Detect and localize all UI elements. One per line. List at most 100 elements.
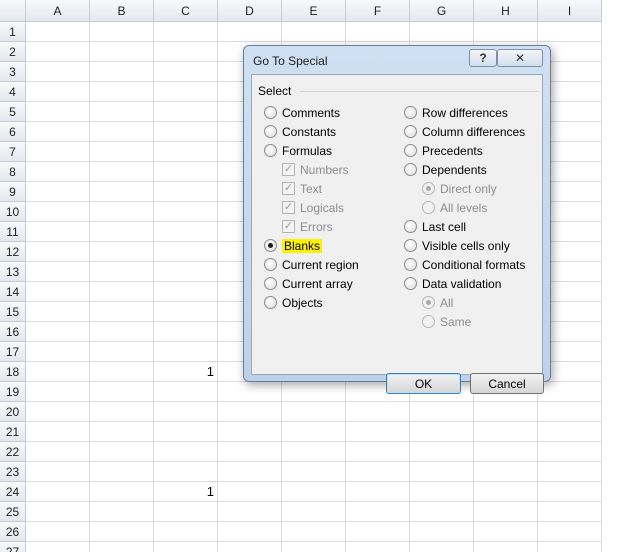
checkbox-numbers[interactable]: ✓ Numbers <box>282 161 349 178</box>
cell-b18[interactable] <box>90 362 154 382</box>
row-header-7[interactable]: 7 <box>0 142 26 162</box>
column-header-h[interactable]: H <box>474 0 538 22</box>
cell-a10[interactable] <box>26 202 90 222</box>
cell-c14[interactable] <box>154 282 218 302</box>
cell-a5[interactable] <box>26 102 90 122</box>
cell-i22[interactable] <box>538 442 602 462</box>
cell-a27[interactable] <box>26 542 90 552</box>
radio-data-validation[interactable]: Data validation <box>404 275 501 292</box>
cell-a19[interactable] <box>26 382 90 402</box>
row-header-4[interactable]: 4 <box>0 82 26 102</box>
cell-c19[interactable] <box>154 382 218 402</box>
radio-row-differences[interactable]: Row differences <box>404 104 508 121</box>
radio-comments[interactable]: Comments <box>264 104 340 121</box>
cell-a4[interactable] <box>26 82 90 102</box>
radio-visible-cells-only[interactable]: Visible cells only <box>404 237 510 254</box>
cell-a13[interactable] <box>26 262 90 282</box>
row-header-19[interactable]: 19 <box>0 382 26 402</box>
cell-c22[interactable] <box>154 442 218 462</box>
cell-c8[interactable] <box>154 162 218 182</box>
cell-g1[interactable] <box>410 22 474 42</box>
cell-c2[interactable] <box>154 42 218 62</box>
cell-b26[interactable] <box>90 522 154 542</box>
cell-e26[interactable] <box>282 522 346 542</box>
cell-b6[interactable] <box>90 122 154 142</box>
row-header-23[interactable]: 23 <box>0 462 26 482</box>
row-header-6[interactable]: 6 <box>0 122 26 142</box>
cell-d25[interactable] <box>218 502 282 522</box>
cell-c10[interactable] <box>154 202 218 222</box>
cell-a14[interactable] <box>26 282 90 302</box>
checkbox-errors[interactable]: ✓ Errors <box>282 218 333 235</box>
cell-i24[interactable] <box>538 482 602 502</box>
radio-all-levels[interactable]: All levels <box>422 199 487 216</box>
cell-b15[interactable] <box>90 302 154 322</box>
cell-g22[interactable] <box>410 442 474 462</box>
cell-a23[interactable] <box>26 462 90 482</box>
row-header-26[interactable]: 26 <box>0 522 26 542</box>
row-header-18[interactable]: 18 <box>0 362 26 382</box>
row-header-25[interactable]: 25 <box>0 502 26 522</box>
cell-b25[interactable] <box>90 502 154 522</box>
cell-a11[interactable] <box>26 222 90 242</box>
cell-c6[interactable] <box>154 122 218 142</box>
cell-i20[interactable] <box>538 402 602 422</box>
row-header-13[interactable]: 13 <box>0 262 26 282</box>
cell-i25[interactable] <box>538 502 602 522</box>
cell-b12[interactable] <box>90 242 154 262</box>
radio-conditional-formats[interactable]: Conditional formats <box>404 256 525 273</box>
cell-d21[interactable] <box>218 422 282 442</box>
radio-constants[interactable]: Constants <box>264 123 336 140</box>
row-header-15[interactable]: 15 <box>0 302 26 322</box>
cell-a25[interactable] <box>26 502 90 522</box>
cell-b13[interactable] <box>90 262 154 282</box>
cell-b20[interactable] <box>90 402 154 422</box>
cell-c12[interactable] <box>154 242 218 262</box>
column-header-i[interactable]: I <box>538 0 602 22</box>
cell-f26[interactable] <box>346 522 410 542</box>
cell-b24[interactable] <box>90 482 154 502</box>
cell-c5[interactable] <box>154 102 218 122</box>
checkbox-logicals[interactable]: ✓ Logicals <box>282 199 344 216</box>
cell-f22[interactable] <box>346 442 410 462</box>
cell-e24[interactable] <box>282 482 346 502</box>
cell-b11[interactable] <box>90 222 154 242</box>
row-header-20[interactable]: 20 <box>0 402 26 422</box>
cell-a22[interactable] <box>26 442 90 462</box>
cell-c3[interactable] <box>154 62 218 82</box>
cell-a8[interactable] <box>26 162 90 182</box>
cell-b1[interactable] <box>90 22 154 42</box>
cell-b10[interactable] <box>90 202 154 222</box>
cell-b19[interactable] <box>90 382 154 402</box>
cell-d27[interactable] <box>218 542 282 552</box>
radio-direct-only[interactable]: Direct only <box>422 180 497 197</box>
column-header-d[interactable]: D <box>218 0 282 22</box>
cell-c24[interactable]: 1 <box>154 482 218 502</box>
cell-i23[interactable] <box>538 462 602 482</box>
cell-d24[interactable] <box>218 482 282 502</box>
cell-e27[interactable] <box>282 542 346 552</box>
radio-blanks[interactable]: Blanks <box>264 237 323 254</box>
cell-c4[interactable] <box>154 82 218 102</box>
row-header-2[interactable]: 2 <box>0 42 26 62</box>
cell-b23[interactable] <box>90 462 154 482</box>
radio-objects[interactable]: Objects <box>264 294 323 311</box>
cell-c13[interactable] <box>154 262 218 282</box>
cell-e22[interactable] <box>282 442 346 462</box>
cell-a21[interactable] <box>26 422 90 442</box>
column-header-g[interactable]: G <box>410 0 474 22</box>
cell-e23[interactable] <box>282 462 346 482</box>
cell-b3[interactable] <box>90 62 154 82</box>
cell-i26[interactable] <box>538 522 602 542</box>
cell-c16[interactable] <box>154 322 218 342</box>
cell-g27[interactable] <box>410 542 474 552</box>
cell-a16[interactable] <box>26 322 90 342</box>
radio-dependents[interactable]: Dependents <box>404 161 487 178</box>
cell-a1[interactable] <box>26 22 90 42</box>
radio-column-differences[interactable]: Column differences <box>404 123 525 140</box>
cell-b4[interactable] <box>90 82 154 102</box>
radio-current-region[interactable]: Current region <box>264 256 359 273</box>
row-header-12[interactable]: 12 <box>0 242 26 262</box>
cell-a24[interactable] <box>26 482 90 502</box>
row-header-5[interactable]: 5 <box>0 102 26 122</box>
